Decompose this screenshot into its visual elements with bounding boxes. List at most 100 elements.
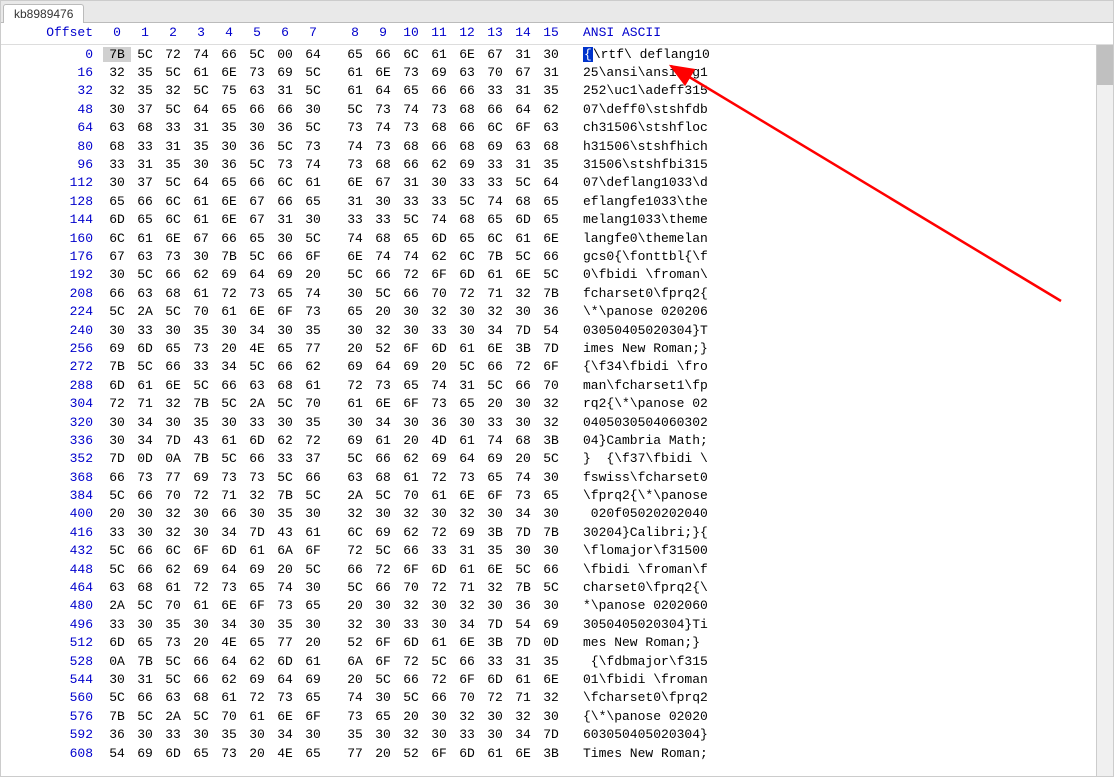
hex-byte[interactable]: 66 — [271, 249, 299, 264]
hex-byte[interactable]: 35 — [187, 323, 215, 338]
hex-byte[interactable]: 6E — [537, 231, 565, 246]
hex-byte[interactable]: 30 — [187, 727, 215, 742]
hex-byte[interactable]: 6F — [425, 267, 453, 282]
hex-byte[interactable]: 65 — [537, 488, 565, 503]
hex-byte[interactable]: 31 — [509, 83, 537, 98]
hex-byte[interactable]: 20 — [271, 562, 299, 577]
hex-cells[interactable]: 7D0D0A7B5C6633375C6662696469205C — [103, 451, 565, 466]
hex-byte[interactable]: 65 — [397, 378, 425, 393]
hex-byte[interactable]: 7D — [509, 635, 537, 650]
hex-byte[interactable]: 66 — [299, 470, 327, 485]
hex-byte[interactable]: 32 — [341, 617, 369, 632]
hex-byte[interactable]: 7D — [537, 727, 565, 742]
hex-byte[interactable]: 31 — [453, 378, 481, 393]
hex-row[interactable]: 4830375C64656666305C7374736866646207\def… — [1, 100, 1096, 118]
hex-byte[interactable]: 5C — [159, 102, 187, 117]
ascii-cell[interactable]: eflangfe1033\the — [565, 194, 708, 209]
hex-byte[interactable]: 6F — [243, 598, 271, 613]
hex-byte[interactable]: 66 — [215, 231, 243, 246]
hex-byte[interactable]: 33 — [187, 359, 215, 374]
hex-byte[interactable]: 6F — [187, 543, 215, 558]
hex-byte[interactable]: 00 — [271, 47, 299, 62]
hex-byte[interactable]: 43 — [271, 525, 299, 540]
hex-byte[interactable]: 73 — [453, 470, 481, 485]
hex-cells[interactable]: 0A7B5C6664626D616A6F725C66333135 — [103, 654, 565, 669]
hex-byte[interactable]: 65 — [159, 341, 187, 356]
hex-byte[interactable]: 69 — [453, 525, 481, 540]
hex-byte[interactable]: 30 — [341, 323, 369, 338]
hex-byte[interactable]: 66 — [369, 267, 397, 282]
hex-byte[interactable]: 5C — [159, 304, 187, 319]
hex-byte[interactable]: 61 — [215, 433, 243, 448]
hex-byte[interactable]: 6C — [159, 212, 187, 227]
hex-byte[interactable]: 30 — [299, 727, 327, 742]
hex-byte[interactable]: 5C — [215, 396, 243, 411]
hex-byte[interactable]: 6C — [271, 175, 299, 190]
hex-byte[interactable]: 75 — [215, 83, 243, 98]
hex-byte[interactable]: 77 — [299, 341, 327, 356]
hex-cells[interactable]: 63686172736574305C66707271327B5C — [103, 580, 565, 595]
hex-byte[interactable]: 66 — [215, 506, 243, 521]
hex-byte[interactable]: 64 — [453, 451, 481, 466]
hex-byte[interactable]: 6E — [509, 746, 537, 761]
hex-byte[interactable]: 6E — [369, 396, 397, 411]
hex-byte[interactable]: 7D — [103, 451, 131, 466]
hex-byte[interactable]: 32 — [243, 488, 271, 503]
hex-byte[interactable]: 30 — [243, 120, 271, 135]
ascii-cell[interactable]: charset0\fprq2{\ — [565, 580, 708, 595]
hex-cells[interactable]: 65666C616E676665313033335C746865 — [103, 194, 565, 209]
hex-byte[interactable]: 68 — [131, 120, 159, 135]
hex-byte[interactable]: 32 — [103, 83, 131, 98]
hex-byte[interactable]: 69 — [243, 562, 271, 577]
hex-byte[interactable]: 35 — [537, 83, 565, 98]
hex-byte[interactable]: 20 — [369, 746, 397, 761]
hex-byte[interactable]: 5C — [187, 83, 215, 98]
hex-byte[interactable]: 67 — [243, 194, 271, 209]
hex-cells[interactable]: 636833313530365C73747368666C6F63 — [103, 120, 565, 135]
hex-byte[interactable]: 6F — [453, 672, 481, 687]
hex-cells[interactable]: 33313530365C73747368666269333135 — [103, 157, 565, 172]
hex-byte[interactable]: 74 — [397, 249, 425, 264]
hex-byte[interactable]: 33 — [369, 212, 397, 227]
hex-byte[interactable]: 36 — [215, 157, 243, 172]
hex-byte[interactable]: 66 — [369, 580, 397, 595]
hex-byte[interactable]: 6E — [159, 231, 187, 246]
hex-byte[interactable]: 35 — [187, 415, 215, 430]
hex-byte[interactable]: 20 — [397, 433, 425, 448]
hex-byte[interactable]: 31 — [187, 120, 215, 135]
hex-byte[interactable]: 66 — [131, 562, 159, 577]
hex-byte[interactable]: 72 — [425, 580, 453, 595]
hex-row[interactable]: 33630347D43616D62726961204D6174683B04}Ca… — [1, 431, 1096, 449]
hex-byte[interactable]: 33 — [103, 617, 131, 632]
ascii-cell[interactable]: {\fdbmajor\f315 — [565, 654, 708, 669]
hex-byte[interactable]: 73 — [215, 580, 243, 595]
hex-byte[interactable]: 66 — [397, 157, 425, 172]
hex-byte[interactable]: 35 — [187, 139, 215, 154]
hex-byte[interactable]: 70 — [425, 286, 453, 301]
hex-byte[interactable]: 61 — [187, 65, 215, 80]
hex-byte[interactable]: 33 — [131, 323, 159, 338]
hex-cells[interactable]: 30375C6465666C616E67313033335C64 — [103, 175, 565, 190]
hex-byte[interactable]: 68 — [103, 139, 131, 154]
hex-byte[interactable]: 31 — [131, 157, 159, 172]
hex-byte[interactable]: 7B — [187, 396, 215, 411]
hex-byte[interactable]: 67 — [509, 65, 537, 80]
hex-byte[interactable]: 66 — [369, 47, 397, 62]
hex-byte[interactable]: 7B — [187, 451, 215, 466]
hex-byte[interactable]: 32 — [397, 506, 425, 521]
hex-byte[interactable]: 69 — [187, 470, 215, 485]
ascii-cell[interactable]: 3050405020304}Ti — [565, 617, 708, 632]
hex-byte[interactable]: 34 — [131, 415, 159, 430]
hex-byte[interactable]: 71 — [481, 286, 509, 301]
hex-byte[interactable]: 65 — [453, 231, 481, 246]
hex-byte[interactable]: 35 — [341, 727, 369, 742]
hex-byte[interactable]: 61 — [509, 672, 537, 687]
ascii-cell[interactable]: 0\fbidi \froman\ — [565, 267, 708, 282]
hex-row[interactable]: 5923630333035303430353032303330347D60305… — [1, 725, 1096, 743]
hex-byte[interactable]: 62 — [271, 433, 299, 448]
hex-byte[interactable]: 30 — [159, 415, 187, 430]
hex-row[interactable]: 64636833313530365C73747368666C6F63ch3150… — [1, 119, 1096, 137]
hex-byte[interactable]: 30 — [215, 139, 243, 154]
hex-row[interactable]: 41633303230347D43616C696272693B7D7B30204… — [1, 523, 1096, 541]
hex-byte[interactable]: 30 — [215, 415, 243, 430]
